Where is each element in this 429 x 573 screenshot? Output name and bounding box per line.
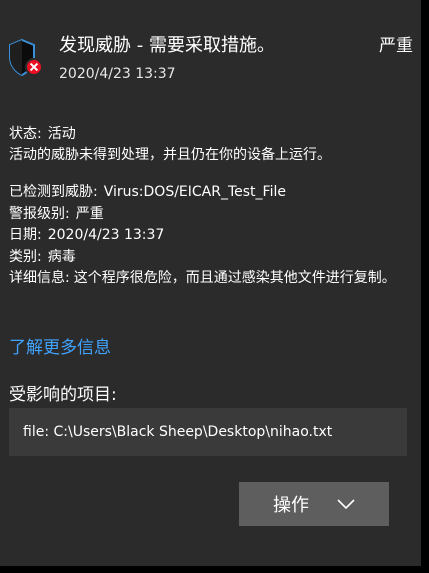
detail-key: 类别: [9,248,42,265]
defender-shield-error-icon [9,38,43,77]
detail-row-alert-level: 警报级别: 严重 [9,204,414,226]
detail-key: 详细信息: [9,270,70,286]
detail-row-info: 详细信息: 这个程序很危险，而且通过感染其他文件进行复制。 [9,268,414,290]
detail-value: 严重 [75,205,104,222]
affected-items-heading: 受影响的项目: [9,385,117,405]
actions-button-label: 操作 [273,495,309,516]
status-row: 状态: 活动 [9,124,331,145]
detail-value: 这个程序很危险，而且通过感染其他文件进行复制。 [73,270,396,286]
threat-notification-panel: 发现威胁 - 需要采取措施。 严重 2020/4/23 13:37 状态: 活动… [0,0,421,566]
status-section: 状态: 活动 活动的威胁未得到处理，并且仍在你的设备上运行。 [9,124,331,166]
detail-row-date: 日期: 2020/4/23 13:37 [9,225,414,247]
notification-timestamp: 2020/4/23 13:37 [59,66,176,82]
detail-key: 警报级别: [9,205,70,222]
chevron-down-icon [337,499,355,509]
detail-row-category: 类别: 病毒 [9,247,414,269]
notification-title: 发现威胁 - 需要采取措施。 [59,35,275,56]
detail-key: 日期: [9,227,42,243]
status-value: 活动 [47,126,76,142]
severity-badge: 严重 [379,36,413,56]
status-description: 活动的威胁未得到处理，并且仍在你的设备上运行。 [9,147,331,163]
status-label: 状态: [9,126,42,142]
actions-dropdown-button[interactable]: 操作 [239,482,389,526]
threat-details: 已检测到威胁: Virus:DOS/EICAR_Test_File 警报级别: … [9,182,414,290]
detail-key: 已检测到威胁: [9,184,98,200]
detail-row-threat: 已检测到威胁: Virus:DOS/EICAR_Test_File [9,182,414,204]
affected-item-file: file: C:\Users\Black Sheep\Desktop\nihao… [9,408,407,456]
detail-value: 病毒 [47,248,76,265]
learn-more-link[interactable]: 了解更多信息 [9,337,111,359]
detail-value: 2020/4/23 13:37 [47,227,165,243]
detail-value: Virus:DOS/EICAR_Test_File [103,184,286,200]
